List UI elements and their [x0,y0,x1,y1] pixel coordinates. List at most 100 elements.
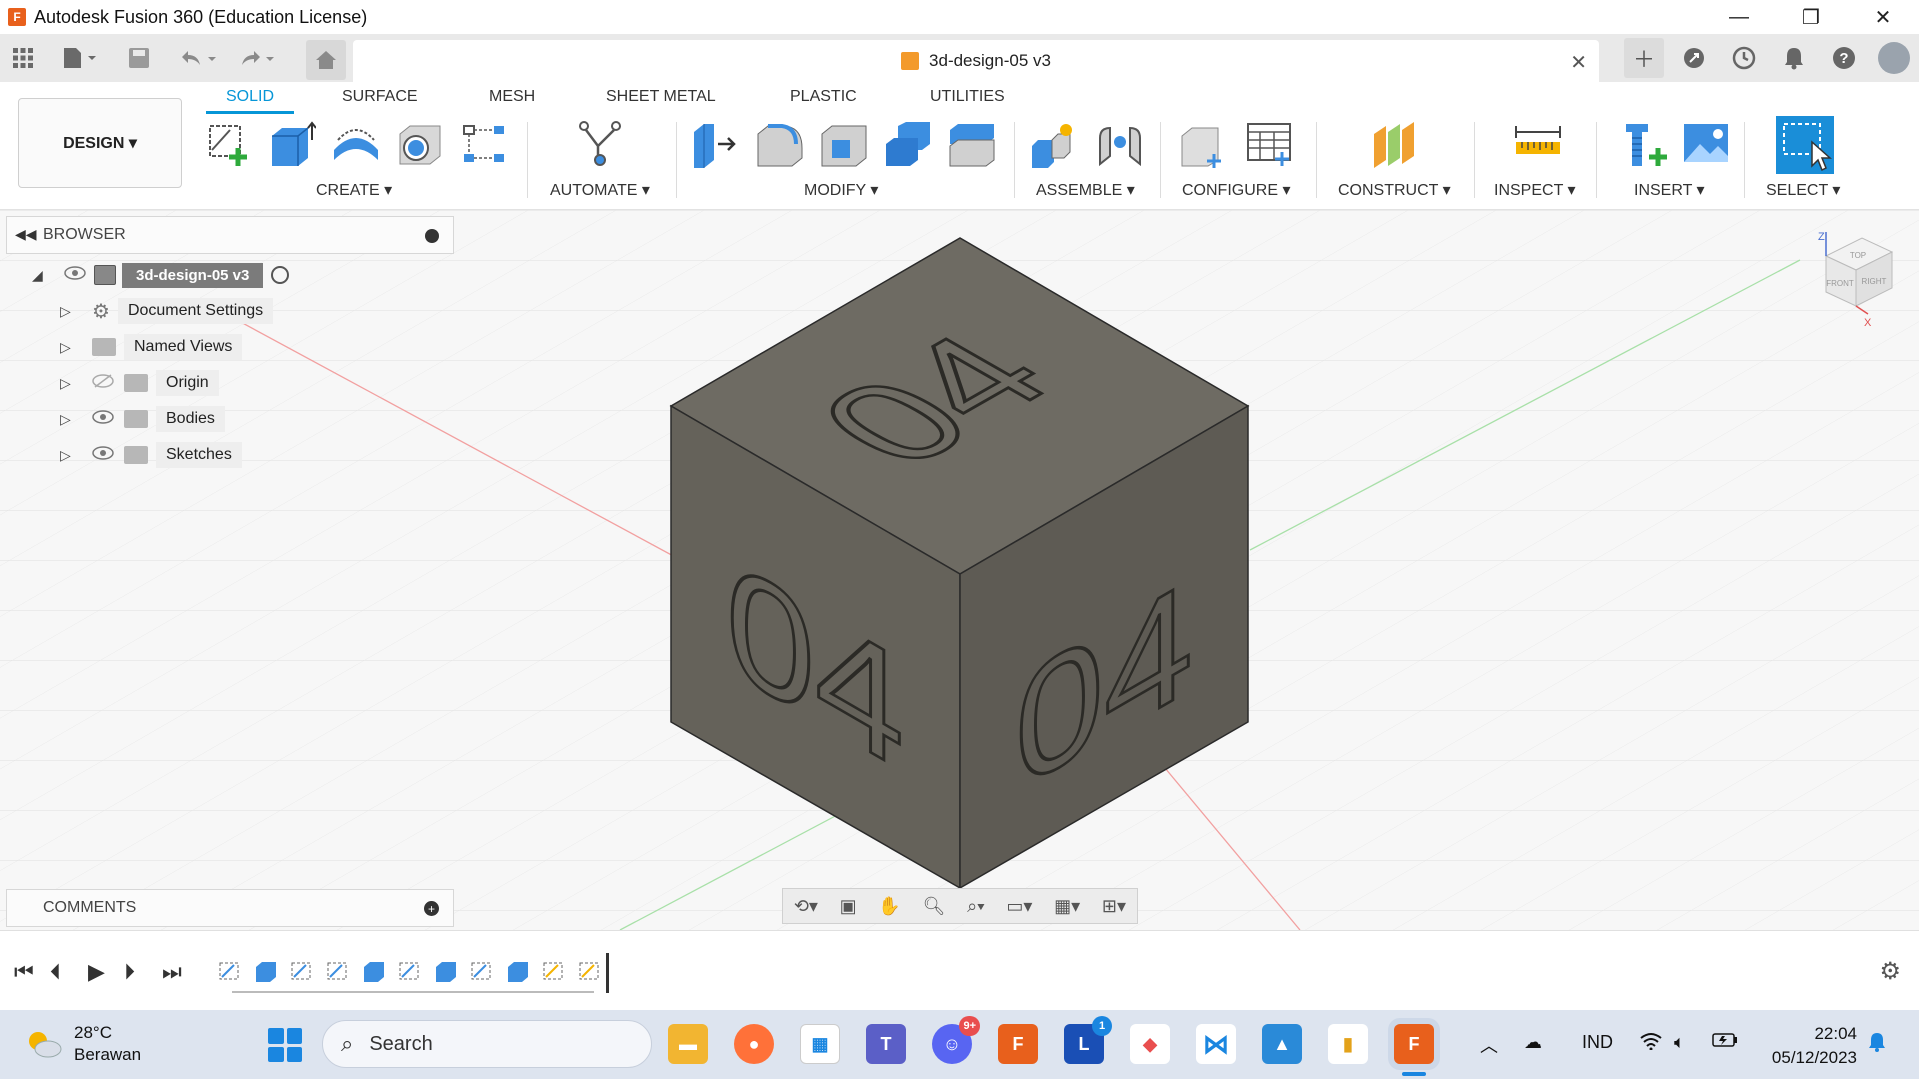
viewports-icon[interactable]: ⊞▾ [1102,896,1126,917]
hole-icon[interactable] [396,120,444,168]
tree-item-sketches[interactable]: ▷ Sketches [60,440,242,470]
insert-canvas-icon[interactable] [1682,120,1730,168]
timeline-sketch-feature[interactable] [542,959,566,983]
fusion-360-active-icon[interactable]: F [1394,1024,1434,1064]
automate-icon[interactable] [576,120,624,168]
timeline-sketch-feature[interactable] [470,959,494,983]
display-settings-icon[interactable]: ▭▾ [1006,896,1032,917]
timeline-marker[interactable] [606,953,609,993]
file-explorer-icon[interactable]: ▬ [668,1024,708,1064]
configure-menu[interactable]: CONFIGURE ▾ [1182,180,1290,200]
vscode-icon[interactable]: ⋈ [1196,1024,1236,1064]
play-icon[interactable]: ▶ [88,959,105,985]
minimize-button[interactable]: — [1703,0,1775,34]
show-hidden-icons-chevron-icon[interactable]: ︿ [1480,1032,1498,1058]
collapse-panel-icon[interactable]: ◀◀ [15,226,37,243]
combine-icon[interactable] [884,120,932,168]
fusion-360-icon[interactable]: F [998,1024,1038,1064]
zoom-icon[interactable]: 🔍︎ [923,896,946,917]
automate-menu[interactable]: AUTOMATE ▾ [550,180,650,200]
eye-hidden-icon[interactable] [92,373,114,393]
insert-menu[interactable]: INSERT ▾ [1634,180,1705,200]
start-button[interactable] [268,1028,302,1062]
close-tab-button[interactable]: ✕ [1570,50,1587,75]
activate-radio-icon[interactable] [271,266,290,284]
measure-icon[interactable] [1514,120,1562,168]
revolve-icon[interactable] [332,120,380,168]
step-back-icon[interactable]: ⏴ [50,959,61,985]
3d-viewport[interactable]: 04 04 04 TOP FRONT RIGHT Z X [0,210,1919,930]
wifi-icon[interactable] [1640,1032,1662,1055]
job-status-icon[interactable] [1724,38,1764,78]
notepad-file-icon[interactable]: ▮ [1328,1024,1368,1064]
browser-panel-header[interactable]: ◀◀ BROWSER [6,216,454,254]
expand-arrow-icon[interactable]: ◢ [32,267,43,284]
eye-icon[interactable] [92,445,114,465]
inspect-menu[interactable]: INSPECT ▾ [1494,180,1576,200]
grid-settings-icon[interactable]: ▦▾ [1054,896,1080,917]
apps-grid-icon[interactable] [12,44,34,72]
new-component-icon[interactable] [1030,120,1078,168]
expand-arrow-icon[interactable]: ▷ [60,411,71,428]
firefox-icon[interactable]: ● [734,1024,774,1064]
timeline-sketch-feature[interactable] [578,959,602,983]
loop-icon[interactable]: L1 [1064,1016,1112,1064]
joint-icon[interactable] [1096,120,1144,168]
shell-icon[interactable] [820,120,868,168]
user-avatar[interactable] [1874,38,1914,78]
tree-item-document-settings[interactable]: ▷ ⚙ Document Settings [60,296,274,326]
timeline-extrude-feature[interactable] [254,959,278,983]
browser-collapse-button[interactable] [425,229,439,243]
new-tab-plus-icon[interactable]: ＋ [1624,38,1664,78]
eye-icon[interactable] [92,409,114,429]
tree-item-bodies[interactable]: ▷ Bodies [60,404,225,434]
timeline-sketch-feature[interactable] [290,959,314,983]
notification-bell-icon[interactable] [1868,1032,1886,1057]
redo-icon[interactable] [236,44,276,72]
tab-surface[interactable]: SURFACE [342,88,418,106]
onedrive-cloud-icon[interactable]: ☁ [1524,1032,1542,1053]
timeline-extrude-feature[interactable] [434,959,458,983]
select-menu[interactable]: SELECT ▾ [1766,180,1840,200]
document-tab[interactable]: 3d-design-05 v3 ✕ [353,40,1599,82]
battery-icon[interactable] [1712,1032,1738,1053]
extensions-icon[interactable] [1674,38,1714,78]
tab-sheet-metal[interactable]: SHEET METAL [606,88,716,106]
pattern-icon[interactable] [460,120,508,168]
teams-icon[interactable]: T [866,1024,906,1064]
go-to-start-icon[interactable]: ⏮ [14,959,34,985]
taskbar-search[interactable]: ⌕ Search [322,1020,652,1068]
look-at-icon[interactable]: ▣ [840,896,857,917]
offset-face-icon[interactable] [948,120,996,168]
microsoft-store-icon[interactable]: ▦ [800,1024,840,1064]
timeline-sketch-feature[interactable] [398,959,422,983]
press-pull-icon[interactable] [692,120,740,168]
git-client-icon[interactable]: ◆ [1130,1024,1170,1064]
volume-icon[interactable]: 🔈︎ [1674,1032,1685,1053]
restore-button[interactable]: ❐ [1775,0,1847,34]
notifications-bell-icon[interactable] [1774,38,1814,78]
expand-arrow-icon[interactable]: ▷ [60,303,71,320]
close-window-button[interactable]: ✕ [1847,0,1919,34]
timeline-settings-gear-icon[interactable]: ⚙ [1879,957,1901,986]
timeline-extrude-feature[interactable] [506,959,530,983]
input-language[interactable]: IND [1582,1032,1613,1053]
help-icon[interactable]: ? [1824,38,1864,78]
configure-design-icon[interactable] [1180,120,1228,168]
add-comment-button[interactable]: + [424,901,439,916]
tab-mesh[interactable]: MESH [489,88,535,106]
timeline-extrude-feature[interactable] [362,959,386,983]
undo-icon[interactable] [178,44,218,72]
fillet-icon[interactable] [756,120,804,168]
eye-icon[interactable] [64,265,86,285]
tab-solid[interactable]: SOLID [226,88,274,106]
expand-arrow-icon[interactable]: ▷ [60,375,71,392]
pan-hand-icon[interactable]: ✋ [878,896,900,917]
home-icon[interactable] [306,40,346,80]
construct-menu[interactable]: CONSTRUCT ▾ [1338,180,1451,200]
tab-utilities[interactable]: UTILITIES [930,88,1005,106]
comments-panel-header[interactable]: COMMENTS + [6,889,454,927]
tab-plastic[interactable]: PLASTIC [790,88,857,106]
tree-item-named-views[interactable]: ▷ Named Views [60,332,243,362]
weather-widget[interactable]: 28°C Berawan [26,1022,141,1066]
